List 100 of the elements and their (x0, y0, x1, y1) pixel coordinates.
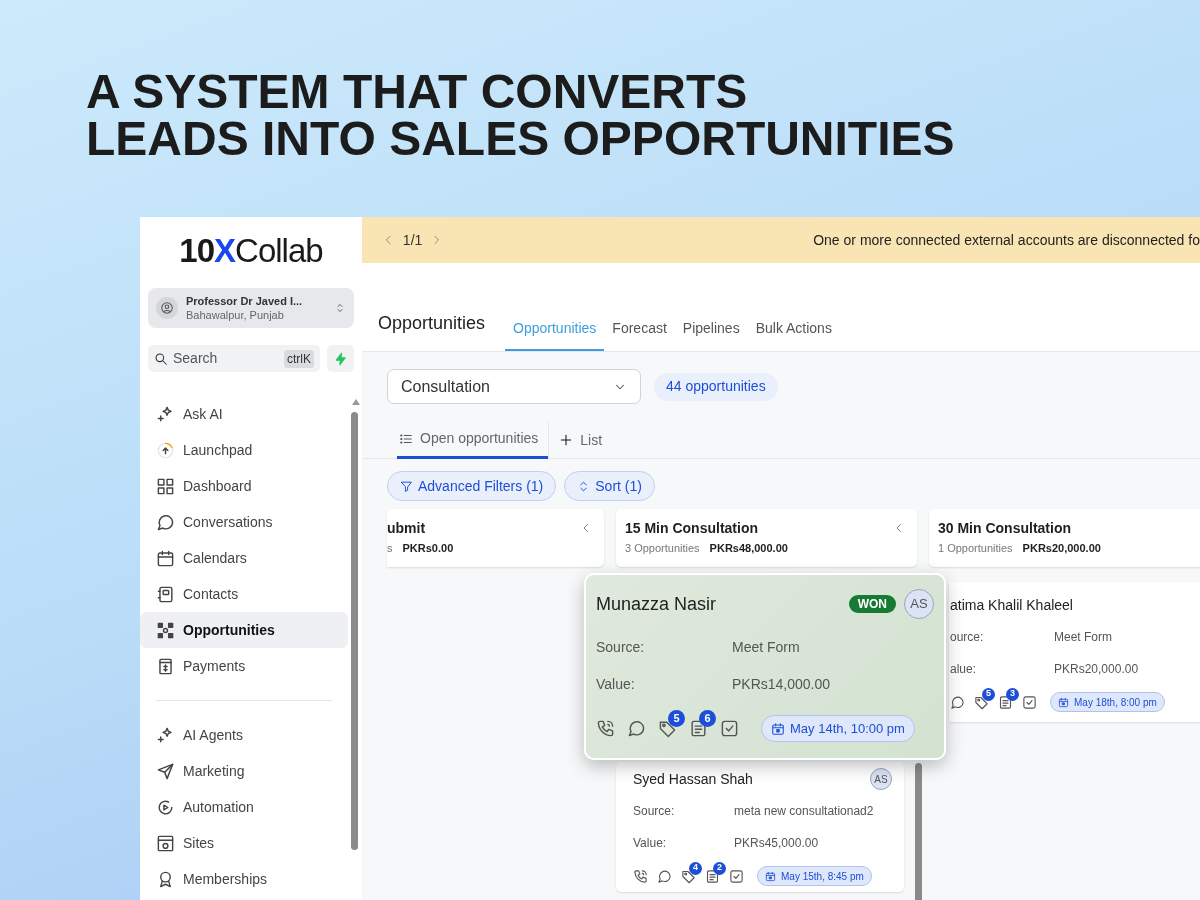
nav-item[interactable]: Automation (140, 789, 348, 825)
note-icon[interactable] (998, 694, 1013, 710)
opportunity-card[interactable]: atima Khalil Khaleel ource: Meet Form alue: PKRs20,000.00 5 3 May 18th, 8:00 pm (949, 582, 1200, 722)
grid-icon (156, 476, 175, 496)
field-label: Source: (596, 638, 646, 657)
field-value: PKRs20,000.00 (1054, 661, 1139, 678)
opportunity-card[interactable]: Syed Hassan Shah AS Source: meta new consultationad2 Value: PKRs45,000.00 4 2 May 15th, 8:45 pm (616, 762, 904, 892)
tag-icon[interactable] (681, 868, 696, 884)
field-label: alue: (950, 661, 978, 678)
nav-item[interactable]: Dashboard (140, 468, 348, 504)
dragged-card[interactable]: Munazza Nasir WON AS Source: Meet Form Value: PKRs14,000.00 5 6 May 14th, 10:00 pm (584, 573, 946, 760)
nav-item[interactable]: AI Agents (140, 717, 348, 753)
due-date-pill[interactable]: May 18th, 8:00 pm (1050, 692, 1165, 712)
send-icon (156, 761, 175, 781)
view-tab[interactable]: List (548, 421, 605, 459)
chat-icon[interactable] (950, 694, 965, 710)
field-label: Value: (596, 675, 636, 694)
note-icon[interactable] (705, 868, 720, 884)
field-value: PKRs45,000.00 (734, 835, 819, 852)
opportunity-count: s (387, 541, 393, 557)
field-label: Source: (633, 803, 676, 820)
count-badge: 3 (1006, 687, 1019, 701)
chat-icon[interactable] (657, 868, 672, 884)
count-badge: 2 (713, 861, 726, 875)
view-tab[interactable]: Open opportunities (397, 421, 549, 459)
page-tab[interactable]: Pipelines (674, 307, 748, 351)
headline: LEADS INTO SALES OPPORTUNITIES (86, 115, 955, 162)
nav-item[interactable]: Opportunities (140, 612, 348, 648)
phone-icon[interactable] (596, 719, 615, 738)
plus-icon (559, 433, 574, 447)
phone-icon[interactable] (633, 868, 648, 884)
count-badge: 44 opportunities (654, 372, 778, 401)
nav-item[interactable]: Contacts (140, 576, 348, 612)
column-title: ubmit (387, 519, 426, 538)
browser-icon (156, 833, 175, 853)
contact-name: Munazza Nasir (596, 592, 718, 616)
contact-card-icon (156, 584, 175, 604)
checkbox-icon[interactable] (1022, 694, 1037, 710)
checkbox-icon[interactable] (729, 868, 744, 884)
column-total: PKRs0.00 (402, 541, 454, 557)
status-badge: WON (848, 595, 896, 613)
nav-item[interactable]: Marketing (140, 753, 348, 789)
tag-icon[interactable] (974, 694, 989, 710)
due-date-pill[interactable]: May 15th, 8:45 pm (757, 866, 872, 886)
field-label: ource: (950, 629, 985, 646)
calendar-icon (771, 721, 785, 736)
account-name: Professor Dr Javed I... (186, 294, 304, 308)
list-icon (399, 431, 413, 446)
lightning-icon (333, 351, 348, 366)
scrollbar-thumb[interactable] (351, 412, 358, 850)
calendar-icon (765, 870, 776, 882)
page-title: Opportunities (378, 312, 486, 335)
page-tab[interactable]: Bulk Actions (747, 307, 840, 351)
field-value: PKRs14,000.00 (732, 675, 831, 694)
page-tab[interactable]: Forecast (604, 307, 675, 351)
field-value: meta new consultationad2 (734, 803, 874, 820)
pipeline-dropdown[interactable]: Consultation (387, 369, 641, 404)
calendar-icon (1058, 696, 1069, 708)
nav-item[interactable]: Memberships (140, 861, 348, 897)
chat-icon (156, 512, 175, 532)
banner-message: One or more connected external accounts are disconnected fo (813, 230, 1200, 250)
shortcut-key: ctrlK (284, 349, 314, 368)
play-icon (156, 797, 175, 817)
opportunity-count: 1 Opportunities (938, 541, 1013, 557)
field-value: Meet Form (732, 638, 800, 657)
filter-button[interactable]: Advanced Filters (1) (387, 471, 557, 501)
search-field[interactable]: Search ctrlK (148, 345, 320, 372)
user-icon (160, 301, 174, 315)
headline: A SYSTEM THAT CONVERTS (86, 68, 749, 115)
contact-name: Syed Hassan Shah (633, 769, 754, 789)
nav-item[interactable]: Payments (140, 648, 348, 684)
count-badge: 4 (689, 861, 702, 875)
nav-item[interactable]: Sites (140, 825, 348, 861)
field-value: Meet Form (1054, 629, 1112, 646)
contact-name: atima Khalil Khaleel (950, 595, 1074, 615)
sort-button[interactable]: Sort (1) (564, 471, 655, 501)
account-switcher[interactable]: Professor Dr Javed I... Bahawalpur, Punjab (148, 288, 354, 328)
due-date-pill[interactable]: May 14th, 10:00 pm (761, 715, 915, 742)
count-badge: 5 (668, 710, 685, 727)
sparkle-icon (156, 404, 175, 424)
nav-item[interactable]: Calendars (140, 540, 348, 576)
field-label: Value: (633, 835, 668, 852)
count-badge: 5 (982, 687, 995, 701)
column-title: 15 Min Consultation (625, 519, 758, 538)
logo: 10XCollab (179, 232, 323, 270)
avatar: AS (870, 768, 892, 790)
avatar: AS (904, 589, 934, 619)
nav-item[interactable]: Ask AI (140, 396, 348, 432)
nav-item[interactable]: Launchpad (140, 432, 348, 468)
account-location: Bahawalpur, Punjab (186, 308, 285, 322)
network-icon (156, 620, 175, 640)
column-total: PKRs20,000.00 (1022, 541, 1101, 557)
checkbox-icon[interactable] (720, 719, 739, 738)
nav-item[interactable]: Conversations (140, 504, 348, 540)
chat-icon[interactable] (627, 719, 646, 738)
receipt-icon (156, 656, 175, 676)
opportunity-count: 3 Opportunities (625, 541, 700, 557)
scrollbar-thumb[interactable] (915, 763, 922, 900)
chevron-updown-icon (334, 301, 346, 315)
count-badge: 6 (699, 710, 716, 727)
